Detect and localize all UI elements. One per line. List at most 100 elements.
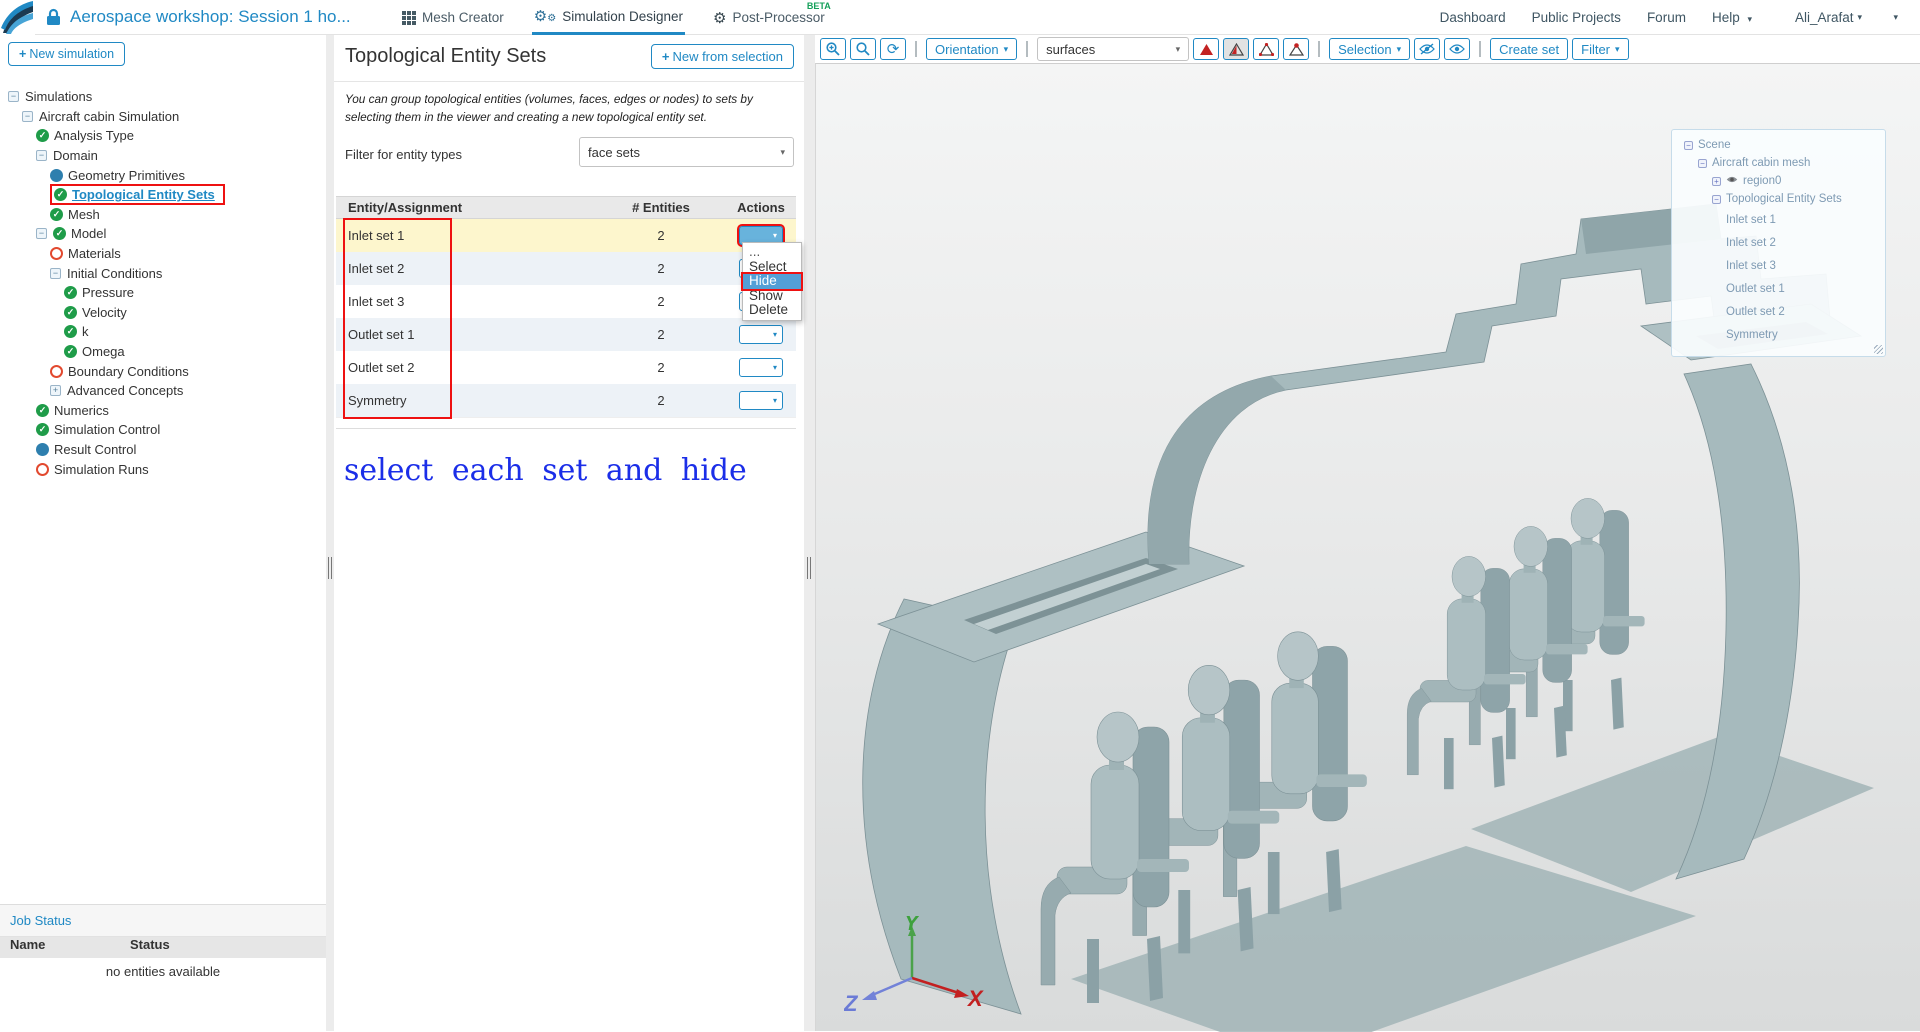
divider-handle[interactable] [807, 557, 813, 579]
tree-item-analysis-type[interactable]: ✓Analysis Type [0, 126, 326, 146]
tree-item-numerics[interactable]: ✓Numerics [0, 401, 326, 421]
menu-item-select[interactable]: Select [743, 260, 801, 275]
table-row-outlet-set-2[interactable]: Outlet set 22▾ [336, 351, 796, 384]
scene-item-label: Outlet set 1 [1726, 283, 1785, 295]
select-nodes-button[interactable] [1283, 38, 1309, 60]
tree-item-geometry-primitives[interactable]: Geometry Primitives [0, 165, 326, 185]
create-set-button[interactable]: Create set [1490, 38, 1568, 60]
select-volumes-button[interactable] [1193, 38, 1219, 60]
scene-item-label: Scene [1698, 139, 1731, 151]
zoom-in-button[interactable] [820, 38, 846, 60]
selection-button[interactable]: Selection ▾ [1329, 38, 1410, 60]
row-actions-dropdown[interactable]: ▾ [739, 325, 783, 344]
row-actions-dropdown[interactable]: ▾ [739, 391, 783, 410]
tree-item-materials[interactable]: Materials [0, 244, 326, 264]
tree-item-simulation-control[interactable]: ✓Simulation Control [0, 420, 326, 440]
project-title[interactable]: Aerospace workshop: Session 1 ho... [70, 7, 351, 27]
collapse-icon[interactable]: − [1698, 159, 1707, 168]
scene-item-symmetry[interactable]: Symmetry [1684, 323, 1885, 346]
top-nav: Dashboard Public Projects Forum Help ▾ [1440, 0, 1752, 35]
render-mode-select[interactable]: surfaces ▾ [1037, 37, 1189, 61]
simulation-sidebar: + New simulation −Simulations−Aircraft c… [0, 35, 326, 1031]
table-row-inlet-set-2[interactable]: Inlet set 22▾ [336, 252, 796, 285]
menu-item-delete[interactable]: Delete [743, 303, 801, 318]
zoom-box-button[interactable] [850, 38, 876, 60]
scene-resize-handle[interactable] [1874, 345, 1883, 354]
scene-item-inlet-set-2[interactable]: Inlet set 2 [1684, 231, 1885, 254]
scene-item-inlet-set-1[interactable]: Inlet set 1 [1684, 208, 1885, 231]
hide-selection-button[interactable] [1414, 38, 1440, 60]
scene-item-region0[interactable]: +region0 [1684, 172, 1885, 190]
user-menu[interactable]: Ali_Arafat ▾ [1795, 0, 1862, 35]
viewer-canvas[interactable]: −Scene−Aircraft cabin mesh+region0−Topol… [815, 63, 1920, 1031]
table-row-symmetry[interactable]: Symmetry2▾ [336, 384, 796, 417]
collapse-icon[interactable]: − [36, 228, 47, 239]
collapse-icon[interactable]: − [50, 268, 61, 279]
select-faces-button[interactable] [1223, 38, 1249, 60]
tree-item-label: Materials [68, 246, 121, 261]
menu-item-show[interactable]: Show [743, 289, 801, 304]
menu-item-ellipsis[interactable]: ... [743, 245, 801, 260]
entity-type-filter-select[interactable]: face sets ▾ [579, 137, 794, 167]
expand-icon[interactable]: + [50, 385, 61, 396]
collapse-icon[interactable]: − [8, 91, 19, 102]
nav-dashboard[interactable]: Dashboard [1440, 10, 1506, 25]
expand-icon[interactable]: + [1712, 177, 1721, 186]
axis-triad: Y X Z [844, 916, 984, 1021]
status-check-icon: ✓ [36, 404, 49, 417]
status-check-icon: ✓ [64, 345, 77, 358]
tree-item-simulation-runs[interactable]: Simulation Runs [0, 459, 326, 479]
new-from-selection-label: New from selection [672, 49, 783, 64]
tree-item-velocity[interactable]: ✓Velocity [0, 303, 326, 323]
tree-item-boundary-conditions[interactable]: Boundary Conditions [0, 361, 326, 381]
collapse-icon[interactable]: − [1712, 195, 1721, 204]
eye-icon[interactable] [1726, 175, 1738, 187]
tree-item-omega[interactable]: ✓Omega [0, 342, 326, 362]
table-row-outlet-set-1[interactable]: Outlet set 12▾ [336, 318, 796, 351]
tree-item-initial-conditions[interactable]: −Initial Conditions [0, 263, 326, 283]
tree-item-model[interactable]: −✓Model [0, 224, 326, 244]
nav-help[interactable]: Help ▾ [1712, 10, 1752, 25]
scene-item-aircraft-cabin-mesh[interactable]: −Aircraft cabin mesh [1684, 154, 1885, 172]
show-selection-button[interactable] [1444, 38, 1470, 60]
refresh-view-button[interactable]: ⟳ [880, 38, 906, 60]
sidebar-resize-divider[interactable] [326, 35, 334, 1031]
tree-item-simulations[interactable]: −Simulations [0, 87, 326, 107]
scene-item-scene[interactable]: −Scene [1684, 136, 1885, 154]
toolbar-separator [1318, 41, 1320, 57]
tree-item-topological-entity-sets[interactable]: ✓Topological Entity Sets [0, 185, 326, 205]
tree-item-advanced-concepts[interactable]: +Advanced Concepts [0, 381, 326, 401]
nav-forum[interactable]: Forum [1647, 10, 1686, 25]
tab-simulation-designer[interactable]: ⚙⚙ Simulation Designer [532, 0, 685, 35]
orientation-button[interactable]: Orientation ▾ [926, 38, 1017, 60]
collapse-icon[interactable]: − [36, 150, 47, 161]
new-simulation-button[interactable]: + New simulation [8, 42, 125, 66]
tree-item-mesh[interactable]: ✓Mesh [0, 205, 326, 225]
table-row-inlet-set-1[interactable]: Inlet set 12▾ [336, 219, 796, 252]
scene-item-outlet-set-2[interactable]: Outlet set 2 [1684, 300, 1885, 323]
status-red-icon [50, 247, 63, 260]
app-logo[interactable] [0, 0, 35, 35]
viewer-filter-button[interactable]: Filter ▾ [1572, 38, 1628, 60]
collapse-icon[interactable]: − [22, 111, 33, 122]
table-row-inlet-set-3[interactable]: Inlet set 32▾ [336, 285, 796, 318]
scene-item-topological-entity-sets[interactable]: −Topological Entity Sets [1684, 190, 1885, 208]
extra-menu-caret[interactable]: ▾ [1893, 12, 1898, 23]
tree-item-result-control[interactable]: Result Control [0, 440, 326, 460]
scene-item-outlet-set-1[interactable]: Outlet set 1 [1684, 277, 1885, 300]
menu-item-hide[interactable]: Hide [743, 274, 801, 289]
tree-item-aircraft-cabin-simulation[interactable]: −Aircraft cabin Simulation [0, 107, 326, 127]
scene-item-inlet-set-3[interactable]: Inlet set 3 [1684, 254, 1885, 277]
viewer-3d: ⟳ Orientation ▾ surfaces ▾ Selection ▾ [815, 35, 1920, 1031]
tab-post-processor[interactable]: ⚙ Post-Processor BETA [711, 0, 827, 35]
collapse-icon[interactable]: − [1684, 141, 1693, 150]
panel-resize-divider[interactable] [804, 35, 815, 1031]
new-from-selection-button[interactable]: + New from selection [651, 44, 794, 69]
tree-item-k[interactable]: ✓k [0, 322, 326, 342]
select-edges-button[interactable] [1253, 38, 1279, 60]
nav-public-projects[interactable]: Public Projects [1532, 10, 1621, 25]
tree-item-domain[interactable]: −Domain [0, 146, 326, 166]
tree-item-pressure[interactable]: ✓Pressure [0, 283, 326, 303]
tab-mesh-creator[interactable]: Mesh Creator [400, 0, 506, 35]
row-actions-dropdown[interactable]: ▾ [739, 358, 783, 377]
